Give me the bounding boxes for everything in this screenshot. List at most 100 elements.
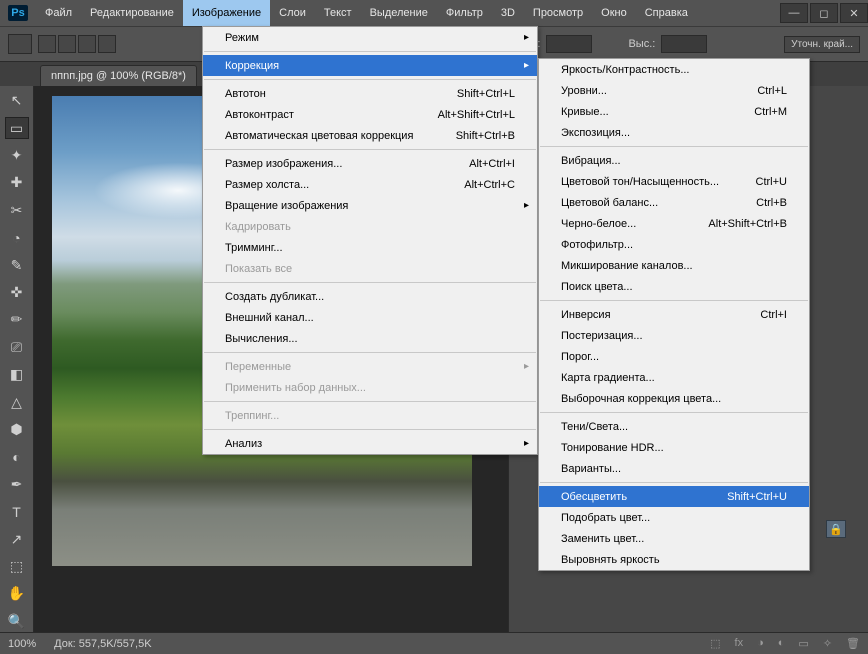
- adjust-menu-item[interactable]: Постеризация...: [539, 325, 809, 346]
- image-menu-item[interactable]: Анализ: [203, 433, 537, 454]
- adjust-menu-item-label: Кривые...: [561, 106, 609, 118]
- width-field[interactable]: [546, 35, 592, 53]
- tool-13[interactable]: ◐: [5, 446, 29, 467]
- image-menu-item-label: Показать все: [225, 263, 292, 275]
- image-menu-item[interactable]: АвтотонShift+Ctrl+L: [203, 83, 537, 104]
- document-tab[interactable]: nпnп.jpg @ 100% (RGB/8*): [40, 65, 197, 86]
- tool-0[interactable]: ↖: [5, 90, 29, 111]
- tool-14[interactable]: ✒: [5, 474, 29, 495]
- tool-8[interactable]: ✏: [5, 309, 29, 330]
- close-button[interactable]: ✕: [840, 3, 868, 23]
- adjust-menu-item[interactable]: Поиск цвета...: [539, 276, 809, 297]
- adjust-menu-item[interactable]: Кривые...Ctrl+M: [539, 101, 809, 122]
- menu-фильтр[interactable]: Фильтр: [437, 0, 492, 26]
- tool-preset-icon[interactable]: [8, 34, 32, 54]
- adjust-menu-item[interactable]: Цветовой баланс...Ctrl+B: [539, 192, 809, 213]
- image-menu-item[interactable]: Коррекция: [203, 55, 537, 76]
- adjust-menu-item[interactable]: Уровни...Ctrl+L: [539, 80, 809, 101]
- mode-new-icon[interactable]: [38, 35, 56, 53]
- menu-редактирование[interactable]: Редактирование: [81, 0, 183, 26]
- menu-файл[interactable]: Файл: [36, 0, 81, 26]
- lock-icon[interactable]: 🔒: [826, 520, 846, 538]
- adjust-menu-item-label: Карта градиента...: [561, 372, 655, 384]
- adjust-menu-item[interactable]: Фотофильтр...: [539, 234, 809, 255]
- doc-size: Док: 557,5K/557,5K: [54, 638, 151, 650]
- image-menu-item[interactable]: Вычисления...: [203, 328, 537, 349]
- tool-16[interactable]: ↗: [5, 528, 29, 549]
- image-menu-item[interactable]: Создать дубликат...: [203, 286, 537, 307]
- tool-10[interactable]: ◧: [5, 364, 29, 385]
- tool-4[interactable]: ✂: [5, 200, 29, 221]
- maximize-button[interactable]: ◻: [810, 3, 838, 23]
- tool-9[interactable]: ⎚: [5, 337, 29, 358]
- menu-окно[interactable]: Окно: [592, 0, 636, 26]
- image-menu-item-label: Автоматическая цветовая коррекция: [225, 130, 413, 142]
- image-menu-item[interactable]: Тримминг...: [203, 237, 537, 258]
- adjust-menu-item[interactable]: Выровнять яркость: [539, 549, 809, 570]
- menu-просмотр[interactable]: Просмотр: [524, 0, 592, 26]
- panel-button-1[interactable]: fx: [735, 637, 744, 650]
- mode-add-icon[interactable]: [58, 35, 76, 53]
- adjust-menu-item[interactable]: Цветовой тон/Насыщенность...Ctrl+U: [539, 171, 809, 192]
- tool-3[interactable]: ✚: [5, 172, 29, 193]
- image-menu-item[interactable]: Режим: [203, 27, 537, 48]
- menu-изображение[interactable]: Изображение: [183, 0, 270, 26]
- image-menu-item[interactable]: АвтоконтрастAlt+Shift+Ctrl+L: [203, 104, 537, 125]
- adjust-menu-item[interactable]: Экспозиция...: [539, 122, 809, 143]
- adjust-menu-item[interactable]: Карта градиента...: [539, 367, 809, 388]
- zoom-level[interactable]: 100%: [8, 638, 36, 650]
- tool-5[interactable]: ◔: [5, 227, 29, 248]
- image-menu-item[interactable]: Внешний канал...: [203, 307, 537, 328]
- adjust-menu-item[interactable]: Подобрать цвет...: [539, 507, 809, 528]
- menu-3d[interactable]: 3D: [492, 0, 524, 26]
- mode-subtract-icon[interactable]: [78, 35, 96, 53]
- image-menu-item[interactable]: Размер изображения...Alt+Ctrl+I: [203, 153, 537, 174]
- adjust-menu-item[interactable]: Микширование каналов...: [539, 255, 809, 276]
- panel-button-4[interactable]: ▭: [798, 637, 808, 650]
- image-menu-separator: [204, 149, 536, 150]
- tool-18[interactable]: ✋: [5, 583, 29, 604]
- menu-слои[interactable]: Слои: [270, 0, 315, 26]
- adjust-menu-item[interactable]: Тени/Света...: [539, 416, 809, 437]
- image-menu-item[interactable]: Размер холста...Alt+Ctrl+C: [203, 174, 537, 195]
- image-menu-item-label: Тримминг...: [225, 242, 283, 254]
- adjust-menu-item[interactable]: ОбесцветитьShift+Ctrl+U: [539, 486, 809, 507]
- tool-15[interactable]: T: [5, 501, 29, 522]
- image-menu-separator: [204, 51, 536, 52]
- tool-1[interactable]: ▭: [5, 117, 29, 138]
- tool-6[interactable]: ✎: [5, 254, 29, 275]
- tool-19[interactable]: 🔍: [5, 610, 29, 631]
- tool-17[interactable]: ⬚: [5, 556, 29, 577]
- panel-button-5[interactable]: ✧: [823, 637, 832, 650]
- adjust-menu-item[interactable]: Заменить цвет...: [539, 528, 809, 549]
- adjust-menu-item[interactable]: Порог...: [539, 346, 809, 367]
- minimize-button[interactable]: —: [780, 3, 808, 23]
- marquee-mode-icons: [38, 35, 116, 53]
- refine-edge-button[interactable]: Уточн. край...: [784, 36, 860, 53]
- adjust-menu-item[interactable]: Черно-белое...Alt+Shift+Ctrl+B: [539, 213, 809, 234]
- image-menu-item[interactable]: Автоматическая цветовая коррекцияShift+C…: [203, 125, 537, 146]
- menu-выделение[interactable]: Выделение: [361, 0, 437, 26]
- tool-7[interactable]: ✜: [5, 282, 29, 303]
- adjust-menu-item[interactable]: Тонирование HDR...: [539, 437, 809, 458]
- panel-button-3[interactable]: ◐: [778, 637, 785, 650]
- tool-2[interactable]: ✦: [5, 145, 29, 166]
- adjust-menu-item[interactable]: Варианты...: [539, 458, 809, 479]
- layer-panel-buttons: ⬚ fx ◑ ◐ ▭ ✧ 🗑: [710, 637, 860, 650]
- panel-button-2[interactable]: ◑: [757, 637, 764, 650]
- tool-11[interactable]: △: [5, 391, 29, 412]
- adjust-menu-item-label: Варианты...: [561, 463, 621, 475]
- height-field[interactable]: [661, 35, 707, 53]
- adjust-menu-item[interactable]: Выборочная коррекция цвета...: [539, 388, 809, 409]
- adjust-menu-item[interactable]: ИнверсияCtrl+I: [539, 304, 809, 325]
- tool-12[interactable]: ⬢: [5, 419, 29, 440]
- adjust-menu-item[interactable]: Вибрация...: [539, 150, 809, 171]
- mode-intersect-icon[interactable]: [98, 35, 116, 53]
- panel-button-6[interactable]: 🗑: [846, 637, 860, 650]
- panel-button-0[interactable]: ⬚: [710, 637, 720, 650]
- menu-текст[interactable]: Текст: [315, 0, 361, 26]
- image-menu-item: Показать все: [203, 258, 537, 279]
- image-menu-item[interactable]: Вращение изображения: [203, 195, 537, 216]
- adjust-menu-item[interactable]: Яркость/Контрастность...: [539, 59, 809, 80]
- menu-справка[interactable]: Справка: [636, 0, 697, 26]
